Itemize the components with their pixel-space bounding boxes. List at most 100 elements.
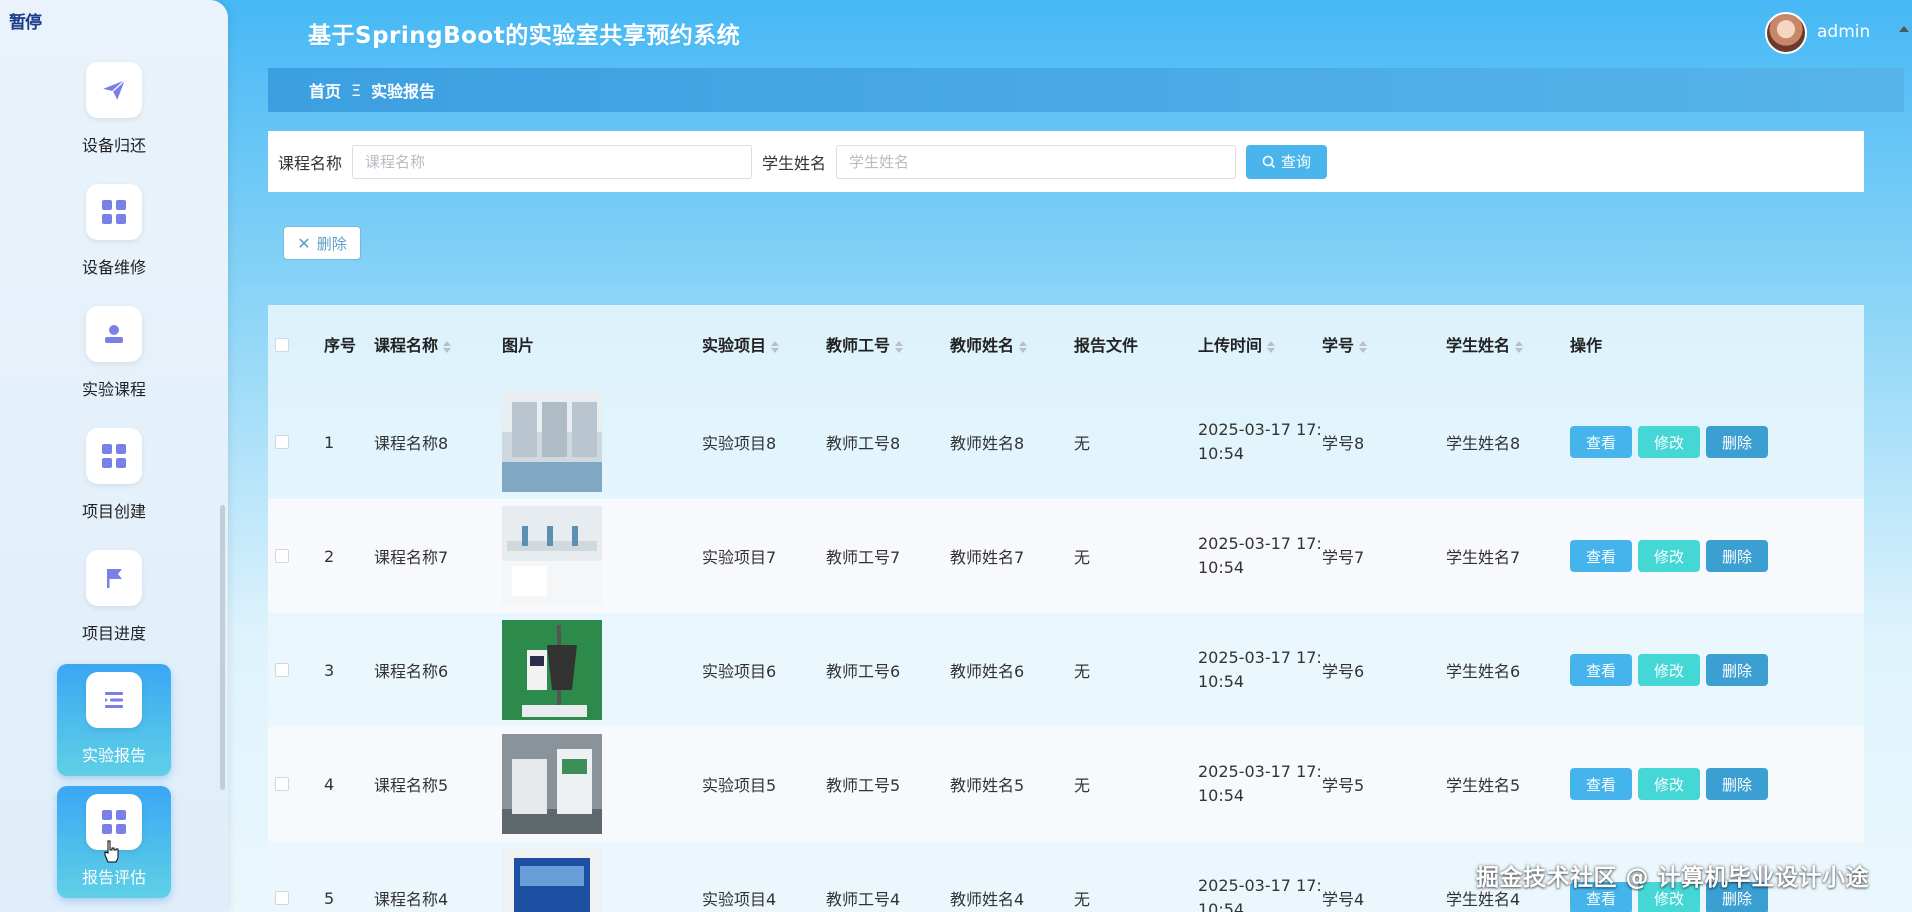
delete-button[interactable]: 删除	[1706, 540, 1768, 572]
view-button[interactable]: 查看	[1570, 768, 1632, 800]
delete-button[interactable]: 删除	[1706, 768, 1768, 800]
sidebar-item-label: 报告评估	[81, 868, 146, 887]
edit-button[interactable]: 修改	[1638, 768, 1700, 800]
row-checkbox[interactable]	[275, 549, 289, 563]
cell-file: 无	[1074, 548, 1091, 567]
user-name[interactable]: admin	[1817, 22, 1870, 42]
sort-icon[interactable]	[1515, 340, 1524, 353]
cell-teacher-name: 教师姓名5	[950, 776, 1025, 795]
report-table: 序号 课程名称 图片 实验项目 教师工号 教师姓名 报告文件 上传时间 学号 学…	[268, 305, 1864, 912]
cell-student-id: 学号5	[1322, 776, 1365, 795]
row-checkbox[interactable]	[275, 435, 289, 449]
flag-icon	[86, 550, 142, 606]
scroll-up-arrow-icon[interactable]	[1899, 26, 1909, 32]
cell-file: 无	[1074, 776, 1091, 795]
header-student-id-label: 学号	[1322, 336, 1355, 355]
cell-upload-time: 2025-03-17 17: 10:54	[1198, 385, 1322, 499]
cell-image[interactable]	[502, 613, 602, 727]
grid-icon	[86, 428, 142, 484]
course-name-input[interactable]	[352, 144, 753, 179]
sidebar-scrollbar[interactable]	[220, 505, 225, 790]
sidebar: 暂停 设备归还 设备维修 实验课程 项目创建 项目进度 实验报告 报告评估	[0, 0, 228, 912]
upload-clock: 10:54	[1198, 558, 1245, 577]
cell-image[interactable]	[502, 499, 602, 613]
row-checkbox[interactable]	[275, 891, 289, 905]
sidebar-item-equipment-return[interactable]: 设备归还	[57, 54, 171, 166]
sidebar-item-project-progress[interactable]: 项目进度	[57, 542, 171, 654]
header-course[interactable]: 课程名称	[374, 332, 452, 356]
delete-button[interactable]: 删除	[1706, 654, 1768, 686]
header-student-id[interactable]: 学号	[1322, 332, 1368, 356]
view-button[interactable]: 查看	[1570, 426, 1632, 458]
header-project[interactable]: 实验项目	[702, 332, 780, 356]
row-checkbox[interactable]	[275, 777, 289, 791]
cell-index: 2	[324, 546, 335, 566]
edit-button[interactable]: 修改	[1638, 654, 1700, 686]
cell-project: 实验项目6	[702, 662, 777, 681]
cell-upload-time: 2025-03-17 17: 10:54	[1198, 499, 1322, 613]
sort-icon[interactable]	[1359, 340, 1368, 353]
batch-delete-button[interactable]: ✕ 删除	[283, 226, 361, 260]
delete-button[interactable]: 删除	[1706, 426, 1768, 458]
cell-image[interactable]	[502, 841, 602, 912]
cell-project: 实验项目4	[702, 890, 777, 909]
cell-teacher-id: 教师工号5	[826, 776, 901, 795]
view-button[interactable]: 查看	[1570, 654, 1632, 686]
cell-index: 4	[324, 774, 335, 794]
sidebar-item-label: 设备维修	[81, 258, 146, 277]
cell-ops: 查看 修改 删除	[1570, 499, 1768, 613]
view-button[interactable]: 查看	[1570, 540, 1632, 572]
report-photo[interactable]	[502, 848, 602, 912]
avatar[interactable]	[1765, 12, 1807, 54]
search-panel: 课程名称 学生姓名 查询	[268, 131, 1864, 192]
cell-upload-time: 2025-03-17 17: 10:54	[1198, 841, 1322, 912]
header-index: 序号	[324, 336, 357, 355]
report-photo[interactable]	[502, 392, 602, 492]
cell-student-name: 学生姓名5	[1446, 776, 1521, 795]
cell-course: 课程名称8	[374, 434, 449, 453]
query-button-label: 查询	[1281, 153, 1312, 171]
cell-teacher-id: 教师工号6	[826, 662, 901, 681]
sidebar-item-label: 项目创建	[81, 502, 146, 521]
upload-clock: 10:54	[1198, 672, 1245, 691]
header-upload-time[interactable]: 上传时间	[1198, 332, 1276, 356]
grid-icon	[86, 184, 142, 240]
sort-icon[interactable]	[443, 340, 452, 353]
header-teacher-id[interactable]: 教师工号	[826, 332, 904, 356]
sidebar-item-equipment-repair[interactable]: 设备维修	[57, 176, 171, 288]
header-image: 图片	[502, 336, 535, 355]
cell-course: 课程名称4	[374, 890, 449, 909]
student-name-input[interactable]	[836, 144, 1237, 179]
cell-teacher-name: 教师姓名4	[950, 890, 1025, 909]
cell-upload-time: 2025-03-17 17: 10:54	[1198, 727, 1322, 841]
upload-date: 2025-03-17 17:	[1198, 876, 1322, 895]
table-row: 2 课程名称7 实验项目7 教师工号7 教师姓名7 无 学号7 学生姓名7 2025-03-17…	[268, 499, 1864, 613]
sort-icon[interactable]	[771, 340, 780, 353]
query-button[interactable]: 查询	[1246, 144, 1328, 179]
table-row: 4 课程名称5 实验项目5 教师工号5 教师姓名5 无 学号5 学生姓名5 2025-03-17…	[268, 727, 1864, 841]
course-name-label: 课程名称	[278, 153, 343, 173]
cell-image[interactable]	[502, 727, 602, 841]
breadcrumb-home[interactable]: 首页	[309, 78, 341, 102]
cell-image[interactable]	[502, 385, 602, 499]
sort-icon[interactable]	[895, 340, 904, 353]
edit-button[interactable]: 修改	[1638, 540, 1700, 572]
cell-index: 5	[324, 888, 335, 908]
cell-student-id: 学号8	[1322, 434, 1365, 453]
report-photo[interactable]	[502, 620, 602, 720]
cell-index: 3	[324, 660, 335, 680]
report-photo[interactable]	[502, 506, 602, 606]
report-photo[interactable]	[502, 734, 602, 834]
menu-list-icon	[86, 672, 142, 728]
sort-icon[interactable]	[1019, 340, 1028, 353]
select-all-checkbox[interactable]	[275, 338, 289, 352]
sidebar-item-project-create[interactable]: 项目创建	[57, 420, 171, 532]
row-checkbox[interactable]	[275, 663, 289, 677]
sidebar-item-courses[interactable]: 实验课程	[57, 298, 171, 410]
sidebar-item-lab-report[interactable]: 实验报告	[57, 664, 171, 776]
header-student-name[interactable]: 学生姓名	[1446, 332, 1524, 356]
edit-button[interactable]: 修改	[1638, 426, 1700, 458]
header-teacher-name[interactable]: 教师姓名	[950, 332, 1028, 356]
upload-date: 2025-03-17 17:	[1198, 420, 1322, 439]
sort-icon[interactable]	[1267, 340, 1276, 353]
